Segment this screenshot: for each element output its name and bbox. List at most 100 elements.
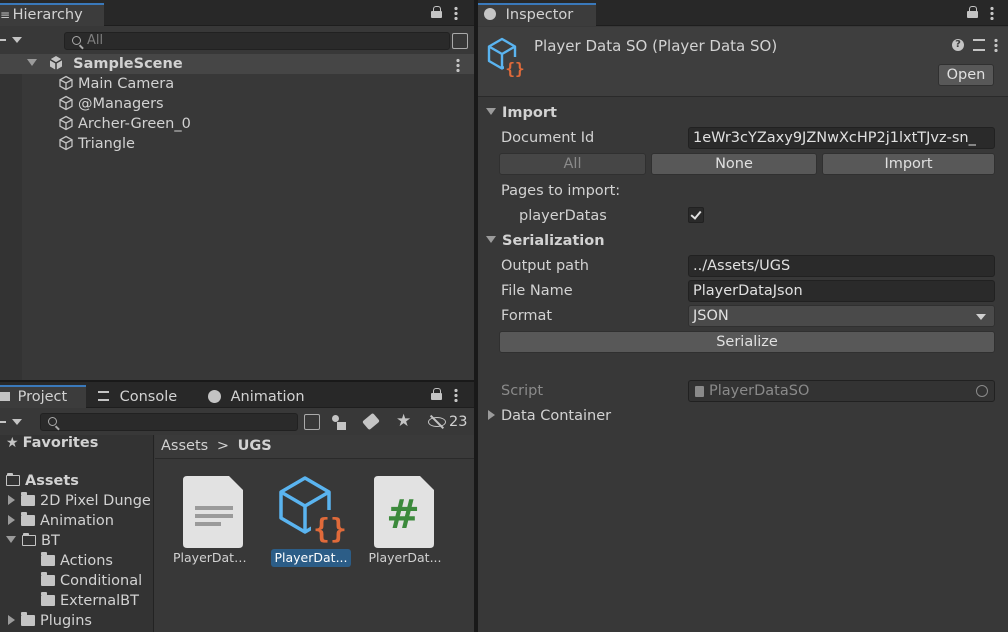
- hierarchy-tab-icons: [431, 6, 458, 20]
- folder-icon: [41, 552, 55, 566]
- search-filter-icon[interactable]: [304, 414, 320, 430]
- scene-menu-icon[interactable]: [456, 58, 460, 72]
- folder-item-actions[interactable]: Actions: [0, 551, 153, 571]
- section-title: Import: [502, 105, 557, 121]
- svg-text:{}: {}: [505, 59, 524, 77]
- output-path-field[interactable]: ../Assets/UGS: [688, 255, 995, 277]
- more-menu-icon[interactable]: [990, 6, 994, 20]
- svg-text:#: #: [386, 492, 420, 538]
- component-menu-icon[interactable]: [994, 38, 998, 52]
- import-foldout[interactable]: Import: [486, 103, 557, 123]
- section-title: Serialization: [502, 233, 605, 249]
- hierarchy-tabbar: ≡ Hierarchy: [0, 0, 474, 26]
- project-tab-icons: [431, 388, 458, 402]
- asset-grid: PlayerData... {} PlayerDat... # PlayerDa…: [155, 460, 474, 632]
- breadcrumb-separator: >: [216, 438, 229, 454]
- hidden-packages-toggle[interactable]: 23: [424, 412, 470, 432]
- tab-console[interactable]: Console: [92, 385, 192, 408]
- help-icon[interactable]: ?: [952, 39, 964, 51]
- hierarchy-search-input[interactable]: All: [64, 32, 450, 50]
- tab-animation[interactable]: Animation: [202, 385, 322, 408]
- folder-item-plugins[interactable]: Plugins: [0, 611, 153, 631]
- more-menu-icon[interactable]: [454, 388, 458, 402]
- data-container-foldout[interactable]: Data Container: [486, 406, 611, 426]
- serialization-foldout[interactable]: Serialization: [486, 231, 605, 251]
- hierarchy-item-managers[interactable]: @Managers: [0, 94, 474, 114]
- serialize-button[interactable]: Serialize: [499, 331, 995, 353]
- tab-inspector[interactable]: Inspector: [478, 3, 596, 26]
- folder-icon: [21, 612, 35, 626]
- lock-icon[interactable]: [967, 6, 978, 18]
- format-label: Format: [501, 308, 553, 324]
- open-button[interactable]: Open: [938, 64, 994, 86]
- add-dropdown[interactable]: [0, 32, 24, 48]
- breadcrumb-root[interactable]: Assets: [161, 438, 208, 454]
- folder-item-externalbt[interactable]: ExternalBT: [0, 591, 153, 611]
- folder-item-animation[interactable]: Animation: [0, 511, 153, 531]
- tab-label: Project: [17, 389, 68, 405]
- favorite-star-icon[interactable]: ★: [396, 411, 411, 431]
- pages-to-import-label: Pages to import:: [501, 183, 621, 199]
- folder-label: Conditional: [60, 573, 143, 589]
- plus-icon: [0, 39, 6, 41]
- scene-name: SampleScene: [73, 56, 183, 72]
- folder-icon: [41, 592, 55, 606]
- tab-project[interactable]: Project: [0, 385, 86, 408]
- expand-arrow-icon[interactable]: [8, 615, 15, 625]
- csharp-script-icon: #: [374, 476, 434, 548]
- object-picker-icon[interactable]: [976, 385, 988, 397]
- expand-arrow-icon[interactable]: [8, 495, 15, 505]
- gameobject-cube-icon: [59, 75, 73, 91]
- script-object-field[interactable]: PlayerDataSO: [688, 380, 995, 402]
- import-button[interactable]: Import: [822, 153, 995, 175]
- file-name-field[interactable]: PlayerDataJson: [688, 280, 995, 302]
- all-button[interactable]: All: [499, 153, 646, 175]
- hierarchy-item-archer[interactable]: Archer-Green_0: [0, 114, 474, 134]
- breadcrumb-current[interactable]: UGS: [238, 438, 272, 454]
- scene-row[interactable]: SampleScene: [0, 54, 474, 74]
- expand-arrow-icon[interactable]: [27, 59, 37, 66]
- hierarchy-item-main-camera[interactable]: Main Camera: [0, 74, 474, 94]
- assets-root-item[interactable]: Assets: [0, 471, 153, 491]
- object-label: @Managers: [78, 96, 164, 112]
- expand-arrow-icon[interactable]: [6, 536, 16, 543]
- label-filter-icon[interactable]: [362, 412, 380, 431]
- folder-label: Actions: [60, 553, 113, 569]
- tab-label: Inspector: [505, 7, 574, 23]
- console-icon: [98, 391, 109, 401]
- format-dropdown[interactable]: JSON: [688, 305, 995, 327]
- asset-item-csharp[interactable]: # PlayerDat...: [365, 474, 449, 574]
- asset-item-scriptable-object[interactable]: {} PlayerDat...: [269, 474, 353, 574]
- none-button[interactable]: None: [651, 153, 817, 175]
- unity-scene-icon: [49, 56, 63, 70]
- tab-hierarchy[interactable]: ≡ Hierarchy: [0, 3, 104, 26]
- create-dropdown[interactable]: [0, 414, 24, 430]
- favorites-item[interactable]: ★ Favorites: [0, 433, 153, 453]
- document-id-field[interactable]: 1eWr3cYZaxy9JZNwXcHP2j1lxtTJvz-sn_: [688, 127, 995, 149]
- type-filter-icon[interactable]: [332, 415, 348, 431]
- folder-label: 2D Pixel Dunge: [40, 493, 151, 509]
- hierarchy-item-triangle[interactable]: Triangle: [0, 134, 474, 154]
- folder-item-bt[interactable]: BT: [0, 531, 153, 551]
- scene-filter-icon[interactable]: [452, 33, 468, 49]
- asset-label: PlayerDat...: [271, 549, 351, 567]
- folder-item-conditional[interactable]: Conditional: [0, 571, 153, 591]
- lock-icon[interactable]: [431, 6, 442, 18]
- project-search-input[interactable]: [40, 413, 298, 431]
- folder-item-2d-pixel[interactable]: 2D Pixel Dunge: [0, 491, 153, 511]
- page-checkbox[interactable]: [688, 207, 704, 223]
- folder-label: ExternalBT: [60, 593, 139, 609]
- tab-label: Console: [119, 389, 178, 405]
- folder-icon: [21, 492, 35, 506]
- folder-label: BT: [41, 533, 60, 549]
- gameobject-cube-icon: [59, 95, 73, 111]
- expand-arrow-icon[interactable]: [8, 515, 15, 525]
- folder-icon: [21, 512, 35, 526]
- project-toolbar: ★ 23: [0, 409, 474, 435]
- lock-icon[interactable]: [431, 388, 442, 400]
- more-menu-icon[interactable]: [454, 6, 458, 20]
- asset-item-text[interactable]: PlayerData...: [171, 474, 255, 574]
- page-name-label: playerDatas: [519, 208, 607, 224]
- asset-label: PlayerData...: [173, 550, 253, 565]
- preset-sliders-icon[interactable]: [973, 39, 985, 51]
